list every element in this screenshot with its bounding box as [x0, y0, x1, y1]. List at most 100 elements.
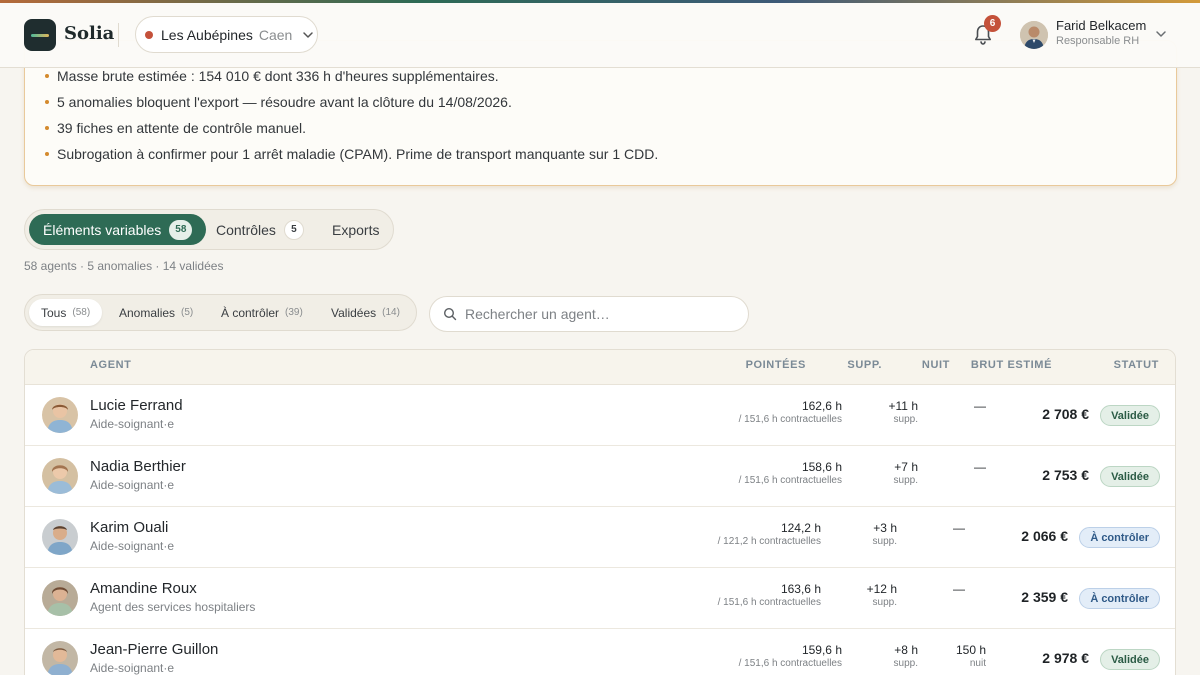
night-hours: — [953, 521, 965, 535]
column-header-agent[interactable]: AGENT [90, 359, 132, 371]
summary-item: Masse brute estimée : 154 010 € dont 336… [45, 68, 499, 84]
filter-tous[interactable]: Tous (58) [29, 299, 103, 326]
main-tabs: Éléments variables 58 Contrôles 5 Export… [24, 209, 394, 250]
user-name[interactable]: Farid Belkacem [1056, 18, 1146, 33]
tab-controles[interactable]: Contrôles 5 [202, 214, 318, 245]
gross-estimate: 2 978 € [1042, 650, 1089, 666]
overtime-label: supp. [893, 414, 918, 425]
column-header-statut[interactable]: STATUT [1114, 359, 1159, 371]
agent-name: Jean-Pierre Guillon [90, 641, 219, 658]
table-row[interactable]: Karim Ouali Aide-soignant·e 124,2 h / 12… [25, 507, 1175, 568]
site-name: Les Aubépines [161, 26, 253, 43]
table-row[interactable]: Jean-Pierre Guillon Aide-soignant·e 159,… [25, 629, 1175, 675]
table-row[interactable]: Lucie Ferrand Aide-soignant·e 162,6 h / … [25, 385, 1175, 446]
filter-count: (14) [382, 307, 400, 318]
contract-hours: / 121,2 h contractuelles [717, 536, 821, 547]
top-accent-stripe [0, 0, 1200, 3]
overtime-label: supp. [893, 475, 918, 486]
agent-role: Aide-soignant·e [90, 539, 175, 553]
filter-label: Anomalies [119, 305, 176, 320]
agent-name: Karim Ouali [90, 519, 169, 536]
agent-role: Aide-soignant·e [90, 661, 175, 675]
status-badge: Validée [1100, 649, 1160, 670]
night-hours: — [974, 399, 986, 413]
gross-estimate: 2 359 € [1021, 589, 1068, 605]
agent-name: Amandine Roux [90, 580, 197, 597]
filter-label: Validées [331, 305, 377, 320]
chevron-down-icon [303, 31, 314, 38]
tab-exports[interactable]: Exports [318, 214, 393, 245]
gross-estimate: 2 066 € [1021, 528, 1068, 544]
stats-summary: 58 agents · 5 anomalies · 14 validées [24, 259, 224, 273]
summary-item: Subrogation à confirmer pour 1 arrêt mal… [44, 146, 659, 162]
agent-role: Aide-soignant·e [90, 417, 175, 431]
agent-name: Nadia Berthier [90, 458, 186, 475]
site-selector[interactable]: Les Aubépines Caen [135, 16, 318, 53]
overtime-hours: +7 h [894, 460, 918, 474]
avatar [42, 641, 78, 675]
agents-table: AGENT POINTÉES SUPP. NUIT BRUT ESTIMÉ ST… [24, 349, 1176, 675]
user-avatar[interactable] [1020, 21, 1048, 49]
overtime-label: supp. [893, 658, 918, 669]
agent-role: Agent des services hospitaliers [90, 600, 256, 614]
summary-item: 5 anomalies bloquent l'export — résoudre… [45, 94, 512, 110]
column-header-nuit[interactable]: NUIT [922, 359, 950, 371]
tab-count-badge: 5 [283, 219, 304, 240]
app-name[interactable]: Solia [64, 23, 114, 44]
summary-item: 39 fiches en attente de contrôle manuel. [44, 120, 307, 136]
logo-icon [31, 33, 49, 37]
table-row[interactable]: Amandine Roux Agent des services hospita… [25, 568, 1175, 629]
overtime-label: supp. [872, 536, 897, 547]
contract-hours: / 151,6 h contractuelles [738, 658, 842, 669]
hours-worked: 159,6 h [801, 643, 842, 657]
overtime-hours: +3 h [873, 521, 897, 535]
filter-count: (39) [285, 307, 303, 318]
avatar [42, 519, 78, 555]
chevron-down-icon[interactable] [1155, 28, 1167, 40]
agent-search [429, 296, 749, 332]
night-label: nuit [969, 658, 986, 669]
tab-elements-variables[interactable]: Éléments variables 58 [29, 214, 207, 245]
tab-label: Éléments variables [43, 221, 162, 238]
hours-worked: 158,6 h [801, 460, 842, 474]
user-role: Responsable RH [1056, 35, 1140, 47]
overtime-hours: +12 h [866, 582, 897, 596]
filter-label: Tous [41, 305, 67, 320]
overtime-hours: +8 h [894, 643, 918, 657]
search-icon [443, 307, 457, 321]
gross-estimate: 2 708 € [1042, 406, 1089, 422]
agent-name: Lucie Ferrand [90, 397, 183, 414]
status-badge: Validée [1100, 405, 1160, 426]
column-header-pointees[interactable]: POINTÉES [746, 359, 806, 371]
contract-hours: / 151,6 h contractuelles [738, 414, 842, 425]
table-row[interactable]: Nadia Berthier Aide-soignant·e 158,6 h /… [25, 446, 1175, 507]
column-header-brut[interactable]: BRUT ESTIMÉ [971, 359, 1052, 371]
contract-hours: / 151,6 h contractuelles [717, 597, 821, 608]
notification-badge: 6 [984, 15, 1001, 32]
status-badge: À contrôler [1079, 527, 1160, 548]
avatar [42, 397, 78, 433]
column-header-supp[interactable]: SUPP. [847, 359, 882, 371]
header-divider [118, 23, 119, 47]
filter-validees[interactable]: Validées (14) [319, 299, 412, 326]
night-hours: — [974, 460, 986, 474]
site-status-dot [145, 30, 153, 39]
filter-label: À contrôler [221, 305, 280, 320]
app-logo[interactable] [24, 19, 56, 51]
agent-role: Aide-soignant·e [90, 478, 175, 492]
status-badge: Validée [1100, 466, 1160, 487]
overtime-hours: +11 h [888, 399, 918, 413]
hours-worked: 124,2 h [780, 521, 821, 535]
tab-label: Exports [332, 221, 380, 238]
hours-worked: 163,6 h [780, 582, 821, 596]
filter-a-controler[interactable]: À contrôler (39) [209, 299, 315, 326]
filter-anomalies[interactable]: Anomalies (5) [107, 299, 205, 326]
app-header: Solia Les Aubépines Caen 6 Farid Belkace… [0, 0, 1200, 68]
search-input[interactable] [465, 306, 735, 322]
hours-worked: 162,6 h [801, 399, 842, 413]
overtime-label: supp. [872, 597, 897, 608]
status-filter-group: Tous (58) Anomalies (5) À contrôler (39)… [24, 294, 417, 331]
avatar [42, 458, 78, 494]
status-badge: À contrôler [1079, 588, 1160, 609]
table-header: AGENT POINTÉES SUPP. NUIT BRUT ESTIMÉ ST… [25, 350, 1175, 385]
